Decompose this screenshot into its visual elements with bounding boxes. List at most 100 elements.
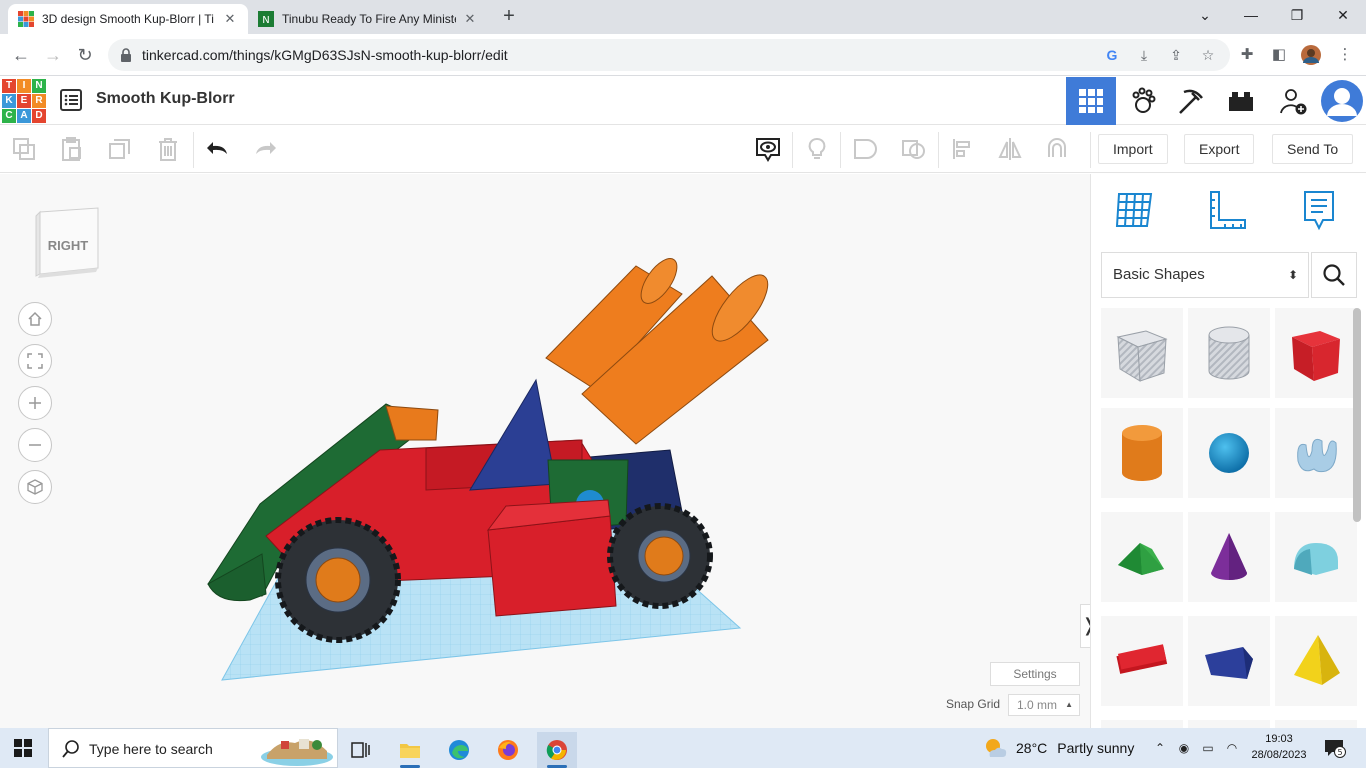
- undo-button[interactable]: [203, 134, 233, 164]
- duplicate-button[interactable]: [105, 134, 135, 164]
- shape-round-roof[interactable]: [1275, 512, 1357, 602]
- fit-view-button[interactable]: [18, 344, 52, 378]
- invite-user-button[interactable]: [1268, 77, 1318, 125]
- settings-button[interactable]: Settings: [990, 662, 1080, 686]
- bricks-button[interactable]: [1216, 77, 1266, 125]
- close-window-button[interactable]: ✕: [1330, 4, 1356, 26]
- ungroup-button[interactable]: [899, 134, 929, 164]
- shape-scribble[interactable]: [1275, 408, 1357, 498]
- group-button[interactable]: [850, 134, 880, 164]
- send-to-button[interactable]: Send To: [1272, 134, 1353, 164]
- copy-button[interactable]: [9, 134, 39, 164]
- align-button[interactable]: [948, 134, 978, 164]
- weather-widget[interactable]: 28°C Partly sunny: [984, 736, 1134, 760]
- chrome-icon: [546, 739, 568, 761]
- windows-start-button[interactable]: [14, 739, 32, 757]
- cruise-button[interactable]: [1042, 134, 1072, 164]
- view-cube[interactable]: RIGHT: [34, 206, 100, 278]
- sim-lab-button[interactable]: [1118, 77, 1168, 125]
- shape-tile-partial[interactable]: [1188, 720, 1270, 728]
- system-clock[interactable]: 19:03 28/08/2023: [1246, 731, 1312, 763]
- back-button[interactable]: ←: [10, 44, 32, 66]
- ruler-tool-icon[interactable]: [1205, 188, 1249, 232]
- shape-polygon[interactable]: [1188, 616, 1270, 706]
- shape-cone[interactable]: [1188, 512, 1270, 602]
- shape-tile-partial[interactable]: [1101, 720, 1183, 728]
- tinkercad-logo[interactable]: T I N K E R C A D: [2, 79, 46, 123]
- tab-search-icon[interactable]: ⌄: [1192, 4, 1218, 26]
- edge-icon: [448, 739, 470, 761]
- 3d-design-view-button[interactable]: [1066, 77, 1116, 125]
- extensions-icon[interactable]: ✚: [1236, 44, 1258, 66]
- zoom-in-button[interactable]: [18, 386, 52, 420]
- show-all-button[interactable]: [753, 134, 783, 164]
- firefox-app[interactable]: [488, 732, 528, 768]
- restore-button[interactable]: ❐: [1284, 4, 1310, 26]
- snap-grid-select[interactable]: 1.0 mm ▲: [1008, 694, 1080, 716]
- side-panel-icon[interactable]: ◧: [1268, 44, 1290, 66]
- browser-menu-icon[interactable]: ⋮: [1334, 44, 1356, 66]
- cone-icon: [1199, 525, 1259, 589]
- close-tab-icon[interactable]: ✕: [462, 11, 478, 27]
- shape-pyramid[interactable]: [1275, 616, 1357, 706]
- shape-cylinder[interactable]: [1101, 408, 1183, 498]
- file-explorer-app[interactable]: [390, 732, 430, 768]
- download-icon[interactable]: ⤓: [1134, 45, 1154, 65]
- edge-app[interactable]: [439, 732, 479, 768]
- tab-tinkercad[interactable]: 3D design Smooth Kup-Blorr | Ti ✕: [8, 4, 248, 34]
- show-hidden-icons-chevron-icon[interactable]: ⌃: [1150, 738, 1170, 758]
- panel-scrollbar-thumb[interactable]: [1353, 308, 1361, 522]
- forward-button[interactable]: →: [42, 44, 64, 66]
- battery-icon[interactable]: ▭: [1198, 738, 1218, 758]
- paste-button[interactable]: [56, 134, 86, 164]
- reload-button[interactable]: ↻: [74, 44, 96, 66]
- shape-tile-partial[interactable]: [1275, 720, 1357, 728]
- share-icon[interactable]: ⇪: [1166, 45, 1186, 65]
- shape-roof[interactable]: [1101, 512, 1183, 602]
- design-list-icon[interactable]: [60, 89, 82, 111]
- mirror-button[interactable]: [995, 134, 1025, 164]
- sphere-icon: [1199, 421, 1259, 485]
- delete-button[interactable]: [153, 134, 183, 164]
- shape-category-select[interactable]: Basic Shapes ⬍: [1101, 252, 1309, 298]
- undo-icon: [205, 136, 231, 162]
- notes-button[interactable]: [802, 134, 832, 164]
- blocks-button[interactable]: [1166, 77, 1216, 125]
- perspective-button[interactable]: [18, 470, 52, 504]
- collapse-panel-button[interactable]: ❭: [1080, 604, 1090, 648]
- shape-cylinder-hole[interactable]: [1188, 308, 1270, 398]
- google-icon[interactable]: G: [1102, 45, 1122, 65]
- account-avatar[interactable]: [1318, 77, 1366, 125]
- shape-box[interactable]: [1275, 308, 1357, 398]
- workplane-canvas[interactable]: RIGHT: [0, 174, 1090, 728]
- profile-avatar[interactable]: [1300, 44, 1322, 66]
- export-button[interactable]: Export: [1184, 134, 1254, 164]
- task-view-button[interactable]: [340, 732, 380, 768]
- home-view-button[interactable]: [18, 302, 52, 336]
- zoom-out-button[interactable]: [18, 428, 52, 462]
- 3d-model-kart[interactable]: [190, 254, 790, 694]
- workplane-tool-icon[interactable]: [1113, 188, 1157, 232]
- new-tab-button[interactable]: +: [498, 6, 520, 28]
- close-tab-icon[interactable]: ✕: [222, 11, 238, 27]
- cylinder-hole-icon: [1199, 321, 1259, 385]
- shape-search-button[interactable]: [1311, 252, 1357, 298]
- omnibox[interactable]: tinkercad.com/things/kGMgD63SJsN-smooth-…: [108, 39, 1230, 71]
- toolbar-divider: [193, 132, 194, 168]
- notification-center-icon[interactable]: 5: [1324, 738, 1346, 758]
- bookmark-star-icon[interactable]: ☆: [1198, 45, 1218, 65]
- import-button[interactable]: Import: [1098, 134, 1168, 164]
- shape-text[interactable]: [1101, 616, 1183, 706]
- redo-button[interactable]: [250, 134, 280, 164]
- design-title[interactable]: Smooth Kup-Blorr: [96, 90, 235, 108]
- roof-icon: [1112, 525, 1172, 589]
- meet-now-icon[interactable]: ◉: [1174, 738, 1194, 758]
- chrome-app[interactable]: [537, 732, 577, 768]
- notes-tool-icon[interactable]: [1297, 188, 1341, 232]
- taskbar-search[interactable]: Type here to search: [48, 728, 338, 768]
- shape-box-hole[interactable]: [1101, 308, 1183, 398]
- shape-sphere[interactable]: [1188, 408, 1270, 498]
- wifi-icon[interactable]: ◠: [1222, 738, 1242, 758]
- minimize-button[interactable]: —: [1238, 4, 1264, 26]
- tab-news[interactable]: N Tinubu Ready To Fire Any Ministe ✕: [248, 4, 488, 34]
